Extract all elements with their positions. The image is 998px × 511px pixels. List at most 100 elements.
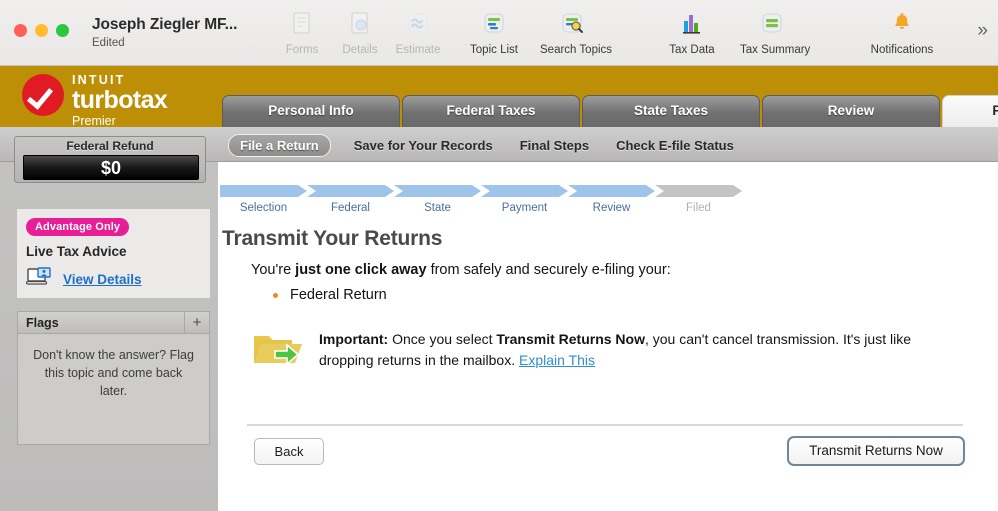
- progress-step-state[interactable]: State: [394, 185, 481, 214]
- laptop-advisor-icon: [25, 267, 52, 292]
- toolbar-button-search-topics[interactable]: Search Topics: [540, 8, 613, 56]
- estimate-icon: [386, 8, 450, 38]
- left-sidebar: Federal Refund $0 Advantage Only Live Ta…: [0, 136, 218, 511]
- flags-empty-message: Don't know the answer? Flag this topic a…: [33, 348, 194, 399]
- turbotax-checkmark-icon: [22, 74, 64, 116]
- main-tab-bar: Personal Info Federal Taxes State Taxes …: [222, 95, 998, 127]
- window-titlebar: Joseph Ziegler MF... Edited Forms Detail…: [0, 0, 998, 66]
- toolbar-button-forms[interactable]: Forms: [270, 8, 334, 56]
- lead-paragraph: You're just one click away from safely a…: [251, 262, 671, 278]
- important-notice: Important: Once you select Transmit Retu…: [251, 327, 963, 376]
- tab-review[interactable]: Review: [762, 95, 940, 127]
- toolbar-label-tax-summary: Tax Summary: [740, 44, 811, 56]
- toolbar-button-tax-data[interactable]: Tax Data: [660, 8, 724, 56]
- tab-personal-info[interactable]: Personal Info: [222, 95, 400, 127]
- forms-icon: [270, 8, 334, 38]
- live-tax-advice-panel: Advantage Only Live Tax Advice View Deta…: [17, 209, 210, 298]
- return-name: Federal Return: [290, 287, 387, 303]
- bell-icon: [870, 8, 934, 38]
- lead-suffix: from safely and securely e-filing your:: [426, 262, 671, 278]
- progress-step-filed: Filed: [655, 185, 742, 214]
- brand-intuit: INTUIT: [72, 73, 126, 87]
- subnav-item-file-a-return[interactable]: File a Return: [228, 134, 331, 157]
- sub-navigation-items: File a Return Save for Your Records Fina…: [228, 134, 738, 157]
- minimize-button-icon[interactable]: [35, 24, 48, 37]
- document-title-block: Joseph Ziegler MF... Edited: [92, 16, 237, 49]
- brand-wordmark: INTUIT turbotax Premier: [72, 73, 168, 128]
- lead-emphasis: just one click away: [295, 262, 427, 278]
- document-title: Joseph Ziegler MF...: [92, 16, 238, 33]
- return-list-item: Federal Return: [273, 287, 387, 303]
- toolbar-label-details: Details: [342, 44, 378, 56]
- tax-summary-icon: [740, 8, 804, 38]
- zoom-button-icon[interactable]: [56, 24, 69, 37]
- progress-step-label: Review: [592, 202, 631, 214]
- document-status: Edited: [92, 37, 125, 49]
- traffic-light-controls: [14, 24, 69, 37]
- notice-important-label: Important:: [319, 331, 389, 347]
- main-content: Selection Federal State Payment Review F…: [218, 162, 998, 511]
- progress-step-label: Payment: [501, 202, 548, 214]
- progress-bar-segment: [220, 185, 307, 197]
- progress-step-review[interactable]: Review: [568, 185, 655, 214]
- progress-step-selection[interactable]: Selection: [220, 185, 307, 214]
- toolbar-label-topic-list: Topic List: [470, 44, 518, 56]
- subnav-item-check-efile-status[interactable]: Check E-file Status: [612, 136, 738, 155]
- explain-this-link[interactable]: Explain This: [519, 352, 595, 368]
- toolbar-label-search-topics: Search Topics: [540, 44, 613, 56]
- topic-list-icon: [462, 8, 526, 38]
- progress-step-label: Selection: [239, 202, 288, 214]
- progress-breadcrumb: Selection Federal State Payment Review F…: [220, 185, 742, 214]
- federal-refund-panel: Federal Refund $0: [14, 136, 206, 183]
- toolbar-button-estimate[interactable]: Estimate: [386, 8, 450, 56]
- flags-title: Flags: [26, 315, 59, 330]
- subnav-item-save-for-your-records[interactable]: Save for Your Records: [350, 136, 497, 155]
- tab-federal-taxes[interactable]: Federal Taxes: [402, 95, 580, 127]
- live-tax-advice-row: View Details: [25, 267, 142, 292]
- add-flag-icon[interactable]: +: [184, 312, 209, 333]
- brand-turbotax: turbotax: [72, 86, 168, 114]
- view-details-link[interactable]: View Details: [63, 272, 142, 287]
- tax-data-icon: [660, 8, 724, 38]
- toolbar-label-estimate: Estimate: [395, 44, 441, 56]
- progress-bar-segment: [568, 185, 655, 197]
- progress-bar-segment: [481, 185, 568, 197]
- back-button[interactable]: Back: [254, 438, 324, 465]
- notice-action-name: Transmit Returns Now: [496, 331, 645, 347]
- toolbar-button-tax-summary[interactable]: Tax Summary: [740, 8, 811, 56]
- tab-state-taxes[interactable]: State Taxes: [582, 95, 760, 127]
- progress-step-label: State: [424, 202, 451, 214]
- toolbar-label-tax-data: Tax Data: [669, 44, 715, 56]
- important-notice-text: Important: Once you select Transmit Retu…: [319, 327, 963, 376]
- footer-divider: [247, 424, 963, 426]
- lead-prefix: You're: [251, 262, 296, 278]
- notice-text-part-1: Once you select: [388, 331, 497, 347]
- turbotax-window: Joseph Ziegler MF... Edited Forms Detail…: [0, 0, 998, 511]
- progress-step-label: Filed: [686, 202, 711, 214]
- progress-bar-segment: [655, 185, 742, 197]
- brand-edition: Premier: [72, 114, 116, 128]
- progress-step-payment[interactable]: Payment: [481, 185, 568, 214]
- flags-panel-header: Flags +: [18, 312, 209, 334]
- federal-refund-label: Federal Refund: [66, 139, 154, 153]
- folder-export-icon: [251, 327, 303, 376]
- advantage-only-badge: Advantage Only: [26, 218, 130, 236]
- subnav-item-final-steps[interactable]: Final Steps: [516, 136, 593, 155]
- transmit-returns-now-button[interactable]: Transmit Returns Now: [787, 436, 965, 466]
- toolbar-overflow-chevron-icon[interactable]: »: [977, 20, 988, 42]
- live-tax-advice-title: Live Tax Advice: [26, 244, 127, 259]
- close-button-icon[interactable]: [14, 24, 27, 37]
- toolbar-label-notifications: Notifications: [870, 44, 934, 56]
- tab-file[interactable]: File: [942, 95, 998, 127]
- search-topics-icon: [540, 8, 604, 38]
- toolbar-button-details[interactable]: Details: [328, 8, 392, 56]
- bullet-dot-icon: [273, 292, 278, 298]
- flags-panel: Flags + Don't know the answer? Flag this…: [17, 311, 210, 445]
- toolbar-button-notifications[interactable]: Notifications: [870, 8, 934, 56]
- progress-bar-segment: [307, 185, 394, 197]
- federal-refund-amount: $0: [23, 155, 199, 180]
- progress-step-label: Federal: [331, 202, 370, 214]
- page-title: Transmit Your Returns: [222, 227, 443, 250]
- progress-step-federal[interactable]: Federal: [307, 185, 394, 214]
- toolbar-button-topic-list[interactable]: Topic List: [462, 8, 526, 56]
